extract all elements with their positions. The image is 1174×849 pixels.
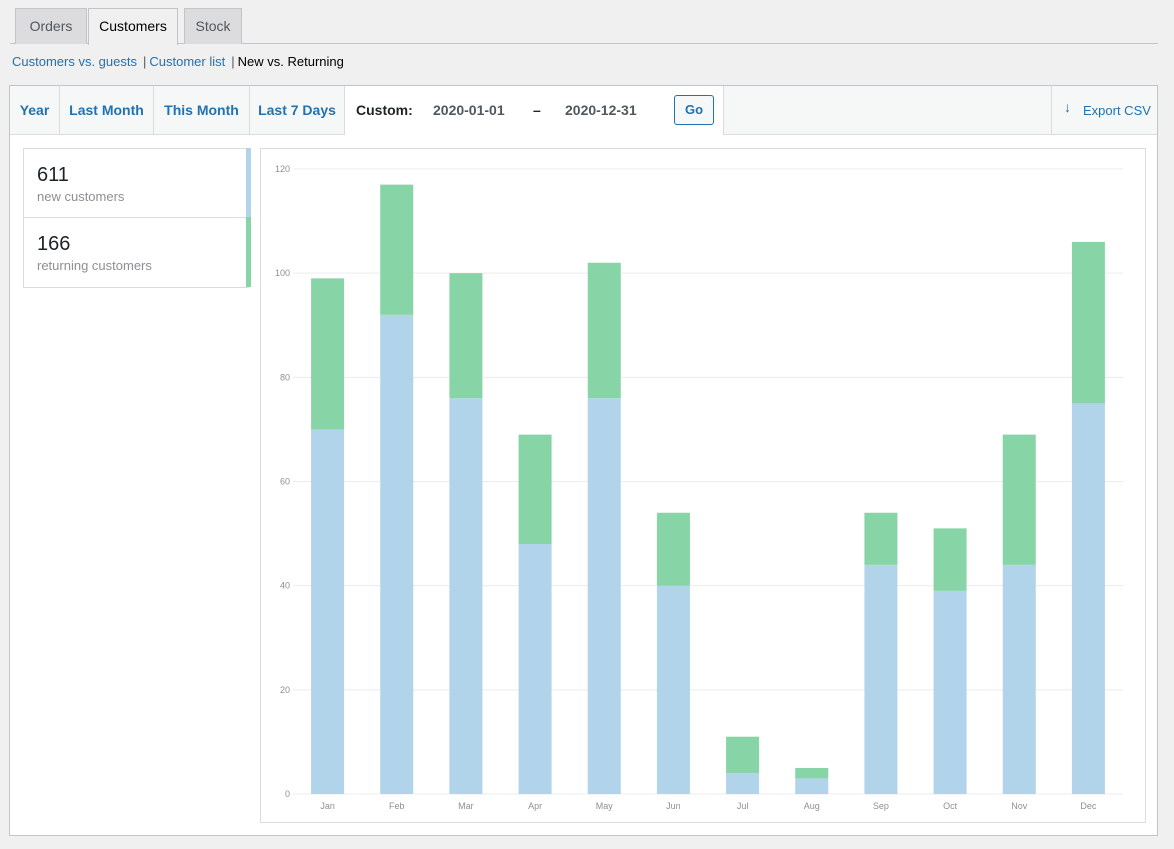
x-tick-label: Feb [389, 801, 405, 811]
bar-new-customers [726, 773, 760, 794]
subnav-separator: | [143, 54, 147, 69]
bar-new-customers [795, 778, 829, 794]
arrow-down-icon: ↓ [1064, 99, 1071, 115]
range-year[interactable]: Year [10, 86, 60, 134]
x-tick-label: Jan [320, 801, 335, 811]
link-customers-vs-guests[interactable]: Customers vs. guests [12, 54, 137, 69]
link-customer-list[interactable]: Customer list [149, 54, 225, 69]
y-tick-label: 100 [275, 268, 290, 278]
bar-returning-customers [1002, 434, 1036, 565]
export-csv-label: Export CSV [1083, 103, 1151, 118]
bar-new-customers [656, 585, 690, 794]
chart-legend: 611 new customers 166 returning customer… [23, 148, 251, 288]
legend-color-swatch [246, 217, 251, 287]
tab-stock[interactable]: Stock [184, 8, 242, 44]
new-customers-label: new customers [37, 189, 125, 204]
x-tick-label: Dec [1080, 801, 1097, 811]
bar-returning-customers [311, 278, 345, 430]
bar-new-customers [1002, 564, 1036, 794]
bar-returning-customers [656, 512, 690, 586]
bar-returning-customers [933, 528, 967, 591]
custom-label: Custom: [356, 102, 413, 118]
date-separator: – [533, 102, 541, 118]
start-date-field[interactable]: 2020-01-01 [433, 102, 505, 118]
bar-returning-customers [518, 434, 552, 544]
bar-returning-customers [449, 273, 483, 399]
date-range-bar: Year Last Month This Month Last 7 Days C… [10, 86, 1157, 135]
tab-orders[interactable]: Orders [15, 8, 87, 44]
x-tick-label: Sep [873, 801, 889, 811]
custom-range: Custom: 2020-01-01 – 2020-12-31 Go [345, 86, 724, 135]
bar-returning-customers [795, 767, 829, 779]
legend-new-customers[interactable]: 611 new customers [24, 148, 251, 218]
report-tabs: Orders Customers Stock [10, 8, 1158, 45]
bar-new-customers [380, 314, 414, 794]
returning-customers-label: returning customers [37, 258, 152, 273]
bar-new-customers [1071, 403, 1105, 794]
y-tick-label: 80 [280, 372, 290, 382]
stacked-bar-chart: 0 20 40 60 80 100 120 Jan Feb Mar Apr May Jun Jul Aug S… [275, 164, 1123, 811]
bar-new-customers [933, 590, 967, 794]
new-customers-count: 611 [37, 164, 69, 186]
bar-returning-customers [587, 262, 621, 399]
x-tick-label: Oct [943, 801, 958, 811]
bar-returning-customers [1071, 241, 1105, 404]
legend-returning-customers[interactable]: 166 returning customers [24, 217, 251, 288]
bar-returning-customers [380, 184, 414, 315]
y-tick-label: 120 [275, 164, 290, 174]
legend-color-swatch [246, 148, 251, 218]
x-tick-label: Apr [528, 801, 542, 811]
y-tick-label: 40 [280, 581, 290, 591]
bar-returning-customers [864, 512, 898, 565]
bar-new-customers [311, 429, 345, 794]
x-tick-label: Nov [1011, 801, 1028, 811]
bar-returning-customers [726, 736, 760, 774]
tab-customers[interactable]: Customers [88, 8, 178, 45]
returning-customers-count: 166 [37, 233, 71, 255]
x-tick-label: May [596, 801, 614, 811]
bar-new-customers [587, 398, 621, 794]
go-button[interactable]: Go [674, 95, 714, 125]
bar-new-customers [864, 564, 898, 794]
y-tick-label: 60 [280, 477, 290, 487]
report-subnav: Customers vs. guests | Customer list | New v… [12, 54, 344, 69]
subnav-separator: | [231, 54, 235, 69]
x-tick-label: Jun [666, 801, 681, 811]
range-last-month[interactable]: Last Month [60, 86, 154, 134]
report-panel: Year Last Month This Month Last 7 Days C… [9, 85, 1158, 836]
bar-new-customers [518, 544, 552, 794]
range-this-month[interactable]: This Month [154, 86, 250, 134]
chart-area: 0 20 40 60 80 100 120 Jan Feb Mar Apr May Jun Jul Aug S… [260, 148, 1146, 823]
end-date-field[interactable]: 2020-12-31 [565, 102, 637, 118]
x-tick-label: Jul [737, 801, 749, 811]
y-tick-label: 20 [280, 685, 290, 695]
export-csv-button[interactable]: ↓ Export CSV [1051, 86, 1157, 134]
x-tick-label: Aug [804, 801, 820, 811]
subnav-current: New vs. Returning [237, 54, 344, 69]
y-tick-label: 0 [285, 789, 290, 799]
x-tick-label: Mar [458, 801, 474, 811]
bar-new-customers [449, 398, 483, 794]
range-last-7-days[interactable]: Last 7 Days [250, 86, 345, 134]
